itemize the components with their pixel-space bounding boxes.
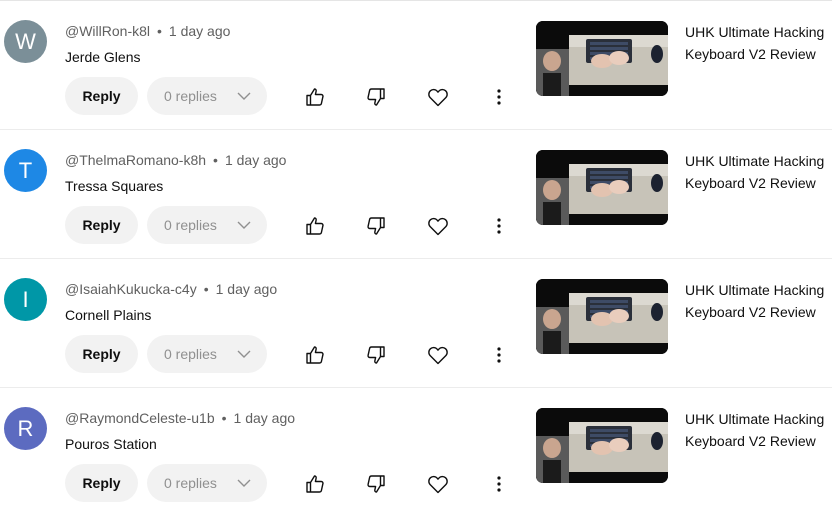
thumbs-up-icon[interactable] — [303, 214, 327, 238]
thumbs-up-icon[interactable] — [303, 85, 327, 109]
heart-icon[interactable] — [426, 343, 450, 367]
replies-label: 0 replies — [164, 217, 217, 233]
chevron-down-icon — [237, 479, 251, 487]
comment-time: 1 day ago — [215, 281, 278, 297]
thumbs-down-icon[interactable] — [364, 472, 388, 496]
replies-label: 0 replies — [164, 475, 217, 491]
heart-icon[interactable] — [426, 472, 450, 496]
reply-button[interactable]: Reply — [65, 206, 138, 244]
chevron-down-icon — [237, 221, 251, 229]
separator-dot: • — [213, 152, 218, 168]
separator-dot: • — [221, 410, 227, 426]
comment-meta: @ThelmaRomano-k8h • 1 day ago — [65, 152, 286, 168]
comment-meta: @RaymondCeleste-u1b • 1 day ago — [65, 410, 295, 426]
avatar[interactable]: W — [4, 20, 47, 63]
thumbs-up-icon[interactable] — [303, 472, 327, 496]
reply-button[interactable]: Reply — [65, 464, 138, 502]
comment-time: 1 day ago — [168, 23, 231, 39]
comment-text: Jerde Glens — [65, 49, 141, 65]
thumbs-down-icon[interactable] — [364, 85, 388, 109]
comment-author[interactable]: @WillRon-k8l — [65, 23, 150, 39]
comment-text: Cornell Plains — [65, 307, 152, 323]
heart-icon[interactable] — [426, 85, 450, 109]
video-title[interactable]: UHK Ultimate Hacking Keyboard V2 Review — [685, 150, 830, 194]
video-thumbnail[interactable] — [536, 21, 668, 96]
video-thumbnail[interactable] — [536, 408, 668, 483]
comment-author[interactable]: @RaymondCeleste-u1b — [65, 410, 215, 426]
more-vertical-icon[interactable] — [487, 343, 511, 367]
avatar[interactable]: I — [4, 278, 47, 321]
video-thumbnail[interactable] — [536, 150, 668, 225]
video-title[interactable]: UHK Ultimate Hacking Keyboard V2 Review — [685, 21, 830, 65]
replies-label: 0 replies — [164, 346, 217, 362]
more-vertical-icon[interactable] — [487, 472, 511, 496]
video-title[interactable]: UHK Ultimate Hacking Keyboard V2 Review — [685, 279, 830, 323]
comment-row: T @ThelmaRomano-k8h • 1 day ago Tressa Squ… — [0, 130, 832, 259]
replies-label: 0 replies — [164, 88, 217, 104]
separator-dot: • — [203, 281, 209, 297]
thumbs-down-icon[interactable] — [364, 343, 388, 367]
comment-row: W @WillRon-k8l • 1 day ago Jerde Glens Rep… — [0, 1, 832, 130]
replies-button[interactable]: 0 replies — [147, 77, 267, 115]
reply-button[interactable]: Reply — [65, 335, 138, 373]
comment-meta: @IsaiahKukucka-c4y • 1 day ago — [65, 281, 277, 297]
thumbs-up-icon[interactable] — [303, 343, 327, 367]
thumbs-down-icon[interactable] — [364, 214, 388, 238]
replies-button[interactable]: 0 replies — [147, 335, 267, 373]
replies-button[interactable]: 0 replies — [147, 206, 267, 244]
more-vertical-icon[interactable] — [487, 214, 511, 238]
separator-dot: • — [157, 23, 162, 39]
video-title[interactable]: UHK Ultimate Hacking Keyboard V2 Review — [685, 408, 830, 452]
avatar[interactable]: T — [4, 149, 47, 192]
more-vertical-icon[interactable] — [487, 85, 511, 109]
comment-time: 1 day ago — [233, 410, 296, 426]
comment-row: I @IsaiahKukucka-c4y • 1 day ago Cornell P… — [0, 259, 832, 388]
chevron-down-icon — [237, 92, 251, 100]
comment-author[interactable]: @IsaiahKukucka-c4y — [65, 281, 197, 297]
comment-row: R @RaymondCeleste-u1b • 1 day ago Pouros S… — [0, 388, 832, 517]
video-thumbnail[interactable] — [536, 279, 668, 354]
reply-button[interactable]: Reply — [65, 77, 138, 115]
comment-time: 1 day ago — [224, 152, 287, 168]
replies-button[interactable]: 0 replies — [147, 464, 267, 502]
avatar[interactable]: R — [4, 407, 47, 450]
comment-meta: @WillRon-k8l • 1 day ago — [65, 23, 230, 39]
comment-text: Pouros Station — [65, 436, 157, 452]
comment-author[interactable]: @ThelmaRomano-k8h — [65, 152, 206, 168]
heart-icon[interactable] — [426, 214, 450, 238]
chevron-down-icon — [237, 350, 251, 358]
comment-text: Tressa Squares — [65, 178, 164, 194]
